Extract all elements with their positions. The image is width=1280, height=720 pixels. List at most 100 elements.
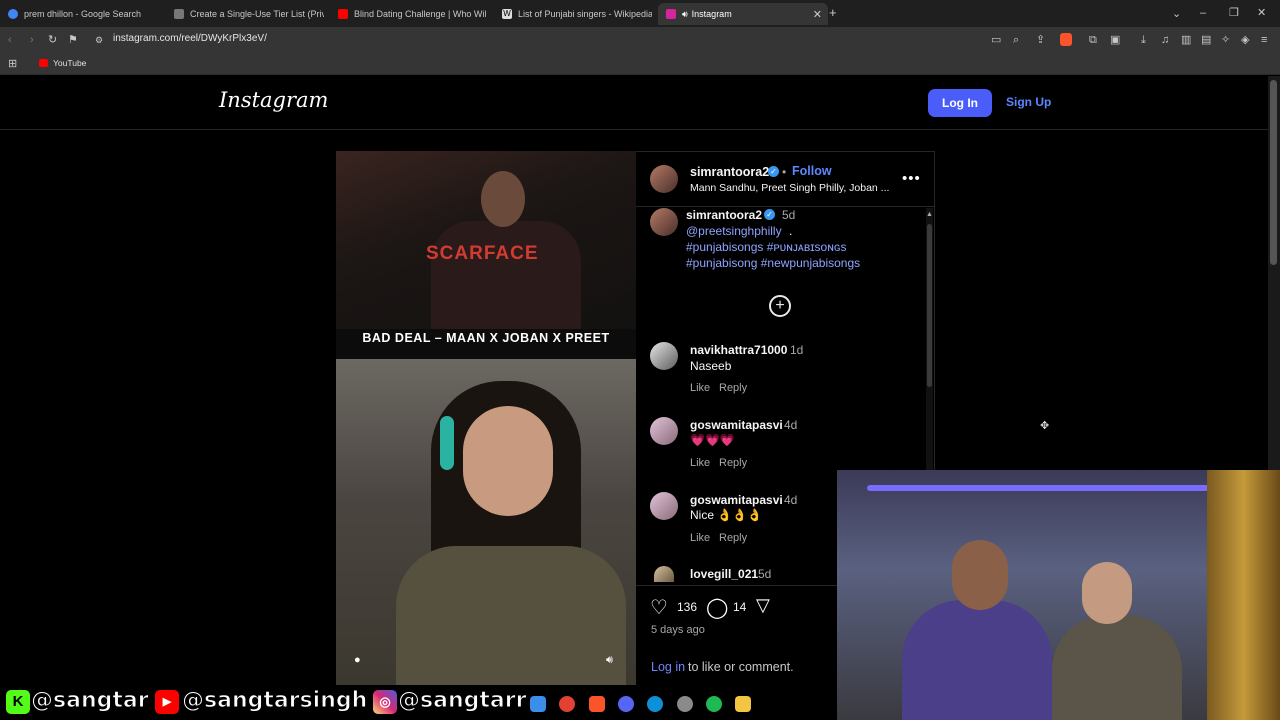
tab-tier-list[interactable]: Create a Single-Use Tier List (Private [174,3,324,25]
close-tab-icon[interactable]: ✕ [813,8,822,21]
load-more-comments-icon[interactable]: + [769,295,791,317]
panel-divider [636,206,934,207]
scroll-up-arrow-icon[interactable]: ▲ [926,209,933,221]
screenshot-icon[interactable]: ▣ [1110,34,1120,46]
volume-icon[interactable]: 🔊︎ [606,654,613,667]
post-audio-subtitle[interactable]: Mann Sandhu, Preet Singh Philly, Joban .… [690,182,889,194]
author-username[interactable]: simrantoora2 [690,165,769,179]
webcam-person2-head [1082,562,1132,624]
caption-username[interactable]: simrantoora2 [686,208,762,222]
vpn-icon[interactable]: ◈ [1241,34,1249,46]
tab-search-icon[interactable]: ⌄ [1172,8,1181,20]
comment-username[interactable]: goswamitapasvi [690,493,783,507]
comment-avatar[interactable] [650,492,678,520]
comment-username[interactable]: goswamitapasvi [690,418,783,432]
youtube-icon [338,9,348,19]
more-options-icon[interactable]: ••• [902,170,921,187]
video-woman-face [463,406,553,516]
comment-like-button[interactable]: Like [690,532,710,544]
comments-scrollbar-thumb[interactable] [927,224,932,387]
wallet-icon[interactable]: ▤ [1201,34,1211,46]
verified-icon: ✓ [768,166,779,177]
wikipedia-icon: W [502,9,512,19]
hashtags-line1[interactable]: #punjabisongs #ᴘᴜɴᴊᴀʙɪsᴏɴɢs [686,240,847,254]
extensions-icon[interactable]: ⧉ [1089,34,1097,46]
author-avatar[interactable] [650,165,678,193]
reload-icon[interactable]: ↻ [48,34,57,46]
tab-google-search[interactable]: prem dhillon - Google Search [8,3,158,25]
comment-username[interactable]: lovegill_021 [690,567,758,581]
minimize-icon[interactable]: – [1200,7,1206,19]
login-link[interactable]: Log in [651,660,685,674]
new-tab-icon[interactable]: + [829,6,837,19]
leo-ai-icon[interactable]: ✧ [1221,34,1230,46]
menu-icon[interactable]: ≡ [1261,34,1267,46]
file-explorer-taskbar-icon[interactable] [735,696,751,712]
brave-taskbar-icon[interactable] [589,696,605,712]
heart-icon[interactable]: ♡ [650,595,668,620]
instagram-logo[interactable]: Instagram [219,88,328,112]
cast-icon[interactable]: ▭ [991,34,1001,46]
chrome-taskbar-icon[interactable] [559,696,575,712]
likes-count: 136 [677,600,698,614]
comment-reply-button[interactable]: Reply [719,532,747,544]
download-icon[interactable]: ⤓ [1141,34,1146,46]
speaker-icon: 🔊︎ [682,8,688,19]
brave-shield-icon[interactable] [1060,33,1072,46]
address-bar[interactable]: instagram.com/reel/DWyKrPlx3eV/ [113,33,267,44]
share-page-icon[interactable]: ⇪ [1036,34,1045,46]
windows-start-icon[interactable] [530,696,546,712]
caption-avatar[interactable] [650,208,678,236]
tab-youtube-video[interactable]: Blind Dating Challenge | Who Will K [338,3,486,25]
comment-username[interactable]: navikhattra71000 [690,343,787,357]
header-divider [0,129,1268,130]
youtube-handle: @sangtarsingh [181,688,368,714]
mention-suffix: . [789,224,793,238]
comment-avatar[interactable] [650,342,678,370]
follow-button[interactable]: Follow [792,164,832,178]
apps-grid-icon[interactable]: ⊞ [8,58,17,70]
video-person-head [481,171,525,227]
login-prompt: to like or comment. [688,660,794,674]
spotify-taskbar-icon[interactable] [706,696,722,712]
comment-reply-button[interactable]: Reply [719,457,747,469]
webcam-overlay [837,470,1280,720]
media-icon[interactable]: ♫ [1161,34,1169,46]
tagged-user-icon[interactable]: ● [354,654,361,666]
headphone-light [440,416,454,470]
edge-taskbar-icon[interactable] [647,696,663,712]
comment-text: 💗💗💗 [690,433,735,447]
kick-handle: @sangtar [31,688,150,714]
comment-like-button[interactable]: Like [690,457,710,469]
signup-link[interactable]: Sign Up [1006,95,1051,109]
sidebar-icon[interactable]: ▥ [1181,34,1191,46]
hashtags-line2[interactable]: #punjabisong #newpunjabisongs [686,256,860,270]
back-icon[interactable]: ‹ [8,34,12,46]
comment-avatar[interactable] [654,566,674,582]
app-taskbar-icon[interactable] [677,696,693,712]
login-button[interactable]: Log In [928,89,992,117]
site-settings-icon[interactable]: ⚙ [95,34,103,46]
comment-icon[interactable]: ◯ [706,595,728,620]
post-time: 5 days ago [651,624,705,636]
caption-verified-icon: ✓ [764,209,775,220]
discord-taskbar-icon[interactable] [618,696,634,712]
reel-video[interactable]: SCARFACE BAD DEAL – MAAN X JOBAN X PREET… [336,151,636,685]
page-scrollbar-thumb[interactable] [1270,80,1277,265]
kick-icon: K [6,690,30,714]
close-window-icon[interactable]: ✕ [1257,7,1266,19]
youtube-logo-icon: ▶ [155,690,179,714]
video-caption: BAD DEAL – MAAN X JOBAN X PREET [362,331,610,345]
bookmark-youtube[interactable]: YouTube [53,58,86,68]
tab-instagram[interactable]: 🔊︎ Instagram ✕ [658,3,828,25]
mention-link[interactable]: @preetsinghphilly [686,224,782,238]
comment-reply-button[interactable]: Reply [719,382,747,394]
zoom-icon[interactable]: ⌕ [1013,34,1019,46]
forward-icon[interactable]: › [30,34,34,46]
tab-wikipedia[interactable]: W List of Punjabi singers - Wikipedia [502,3,652,25]
send-icon[interactable]: ▽ [756,595,770,616]
comment-avatar[interactable] [650,417,678,445]
bookmark-icon[interactable]: ⚑ [68,34,78,46]
restore-icon[interactable]: ❐ [1229,7,1239,19]
comment-like-button[interactable]: Like [690,382,710,394]
